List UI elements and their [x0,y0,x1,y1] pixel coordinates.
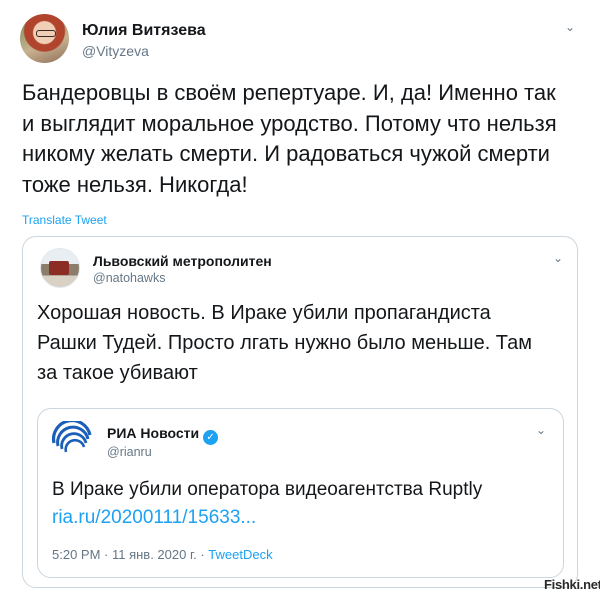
nested-timestamp: 5:20 PM · 11 янв. 2020 г. · TweetDeck [52,547,273,562]
verified-icon: ✓ [203,430,219,445]
watermark: Fishki.net [544,577,600,592]
author-avatar[interactable] [20,14,69,63]
nested-tweet-card[interactable]: РИА Новости ✓ @rianru ⌄ В Ираке убили опе… [37,408,564,578]
nested-handle[interactable]: @rianru [107,445,152,459]
nested-source[interactable]: TweetDeck [208,547,272,562]
nested-name[interactable]: РИА Новости ✓ [107,425,219,445]
quoted-name[interactable]: Львовский метрополитен [93,253,272,269]
tweet-text: Бандеровцы в своём репертуаре. И, да! Им… [22,78,582,200]
tweet-text-line: Бандеровцы в своём репертуаре. И, да! Им… [22,80,556,105]
chevron-down-icon[interactable]: ⌄ [565,20,575,34]
quoted-text-line: Хорошая новость. В Ираке убили пропаганд… [37,302,491,324]
quoted-tweet-card[interactable]: Львовский метрополитен @natohawks ⌄ Хоро… [22,236,578,588]
nested-link[interactable]: ria.ru/20200111/15633... [52,504,552,532]
tweet-text-line: никому желать смерти. И радоваться чужой… [22,141,550,166]
author-handle[interactable]: @Vityzeva [82,43,149,59]
nested-time[interactable]: 5:20 PM · 11 янв. 2020 г. · [52,547,208,562]
tweet-text-line: и выглядит моральное уродство. Потому чт… [22,110,557,136]
nested-text: В Ираке убили оператора видеоагентства R… [52,476,552,532]
nested-text-line: В Ираке убили оператора видеоагентства R… [52,479,483,500]
chevron-down-icon[interactable]: ⌄ [536,423,546,437]
translate-tweet-link[interactable]: Translate Tweet [22,213,107,227]
author-name[interactable]: Юлия Витязева [82,22,206,40]
quoted-avatar[interactable] [40,248,80,288]
quoted-text: Хорошая новость. В Ираке убили пропаганд… [37,298,563,388]
tweet-text-line: тоже нельзя. Никогда! [22,171,248,197]
quoted-text-line: за такое убивают [37,362,198,384]
quoted-handle[interactable]: @natohawks [93,271,165,285]
ria-logo-icon[interactable] [50,421,94,461]
nested-name-text: РИА Новости [107,425,200,441]
tweet: Юлия Витязева @Vityzeva ⌄ Бандеровцы в с… [0,0,600,595]
chevron-down-icon[interactable]: ⌄ [553,251,563,265]
quoted-text-line: Рашки Тудей. Просто лгать нужно было мен… [37,332,532,354]
